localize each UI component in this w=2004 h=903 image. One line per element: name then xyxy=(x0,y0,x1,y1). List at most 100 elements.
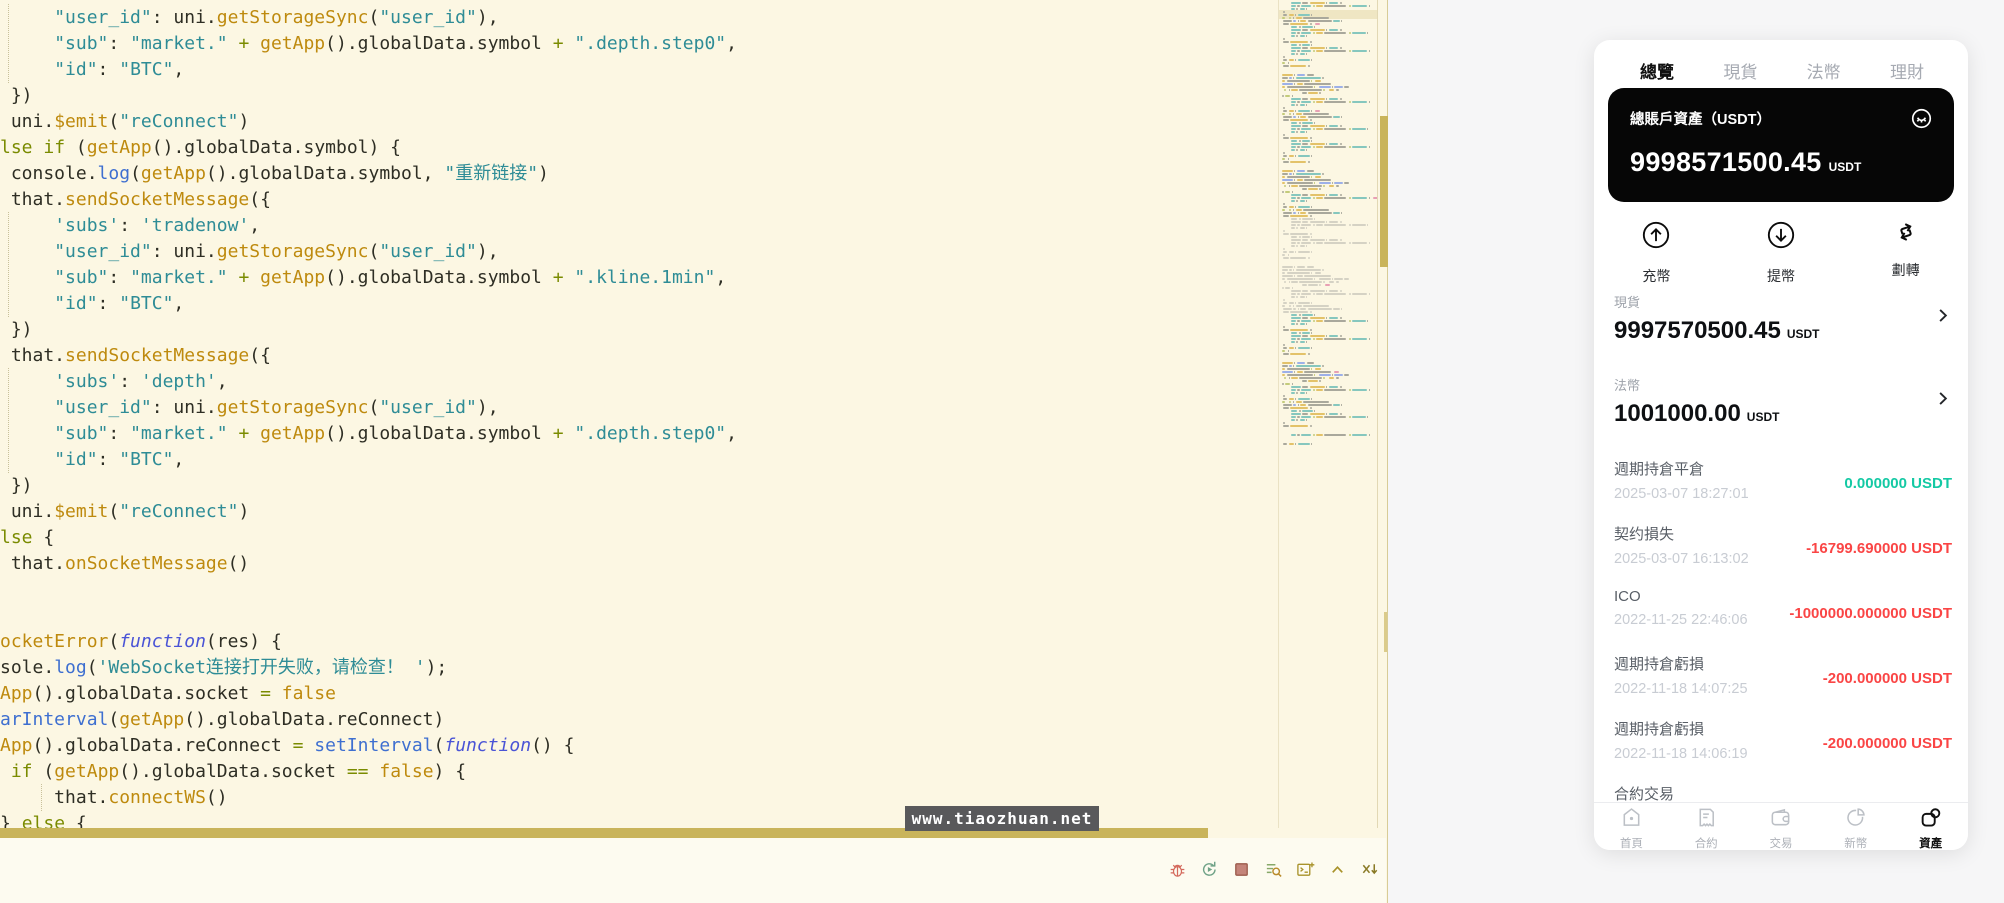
indent-guide xyxy=(8,30,9,57)
code-area[interactable]: "user_id": uni.getStorageSync("user_id")… xyxy=(0,0,1278,828)
screenshot-root: "user_id": uni.getStorageSync("user_id")… xyxy=(0,0,2004,903)
code-line[interactable] xyxy=(0,603,1278,629)
code-line[interactable]: }) xyxy=(0,473,1278,499)
vertical-scrollbar-thumb[interactable] xyxy=(1380,116,1388,267)
history-amount: -200.000000 USDT xyxy=(1822,670,1952,687)
code-line[interactable]: }) xyxy=(0,83,1278,109)
withdraw-icon xyxy=(1766,220,1796,255)
code-line[interactable] xyxy=(0,577,1278,603)
code-line[interactable]: if (getApp().globalData.socket == false)… xyxy=(0,759,1278,785)
deposit-button[interactable]: 充幣 xyxy=(1594,220,1719,286)
balance-card-label: 總賬戶資產（USDT） xyxy=(1630,112,1771,128)
chevron-right-icon[interactable] xyxy=(1933,306,1952,325)
account-row-1[interactable]: 法幣 1001000.00 USDT xyxy=(1614,375,1952,428)
action-label: 劃轉 xyxy=(1891,262,1920,278)
code-line[interactable]: "id": "BTC", xyxy=(0,446,1278,473)
watermark: www.tiaozhuan.net xyxy=(905,806,1099,831)
indent-guide xyxy=(8,212,9,239)
indent-guide xyxy=(8,446,9,473)
nav-item-trade[interactable]: 交易 xyxy=(1744,803,1819,850)
tab-3[interactable]: 理財 xyxy=(1890,58,1924,83)
code-line[interactable]: lse if (getApp().globalData.symbol) { xyxy=(0,135,1278,161)
quick-actions: 充幣 提幣 劃轉 xyxy=(1594,220,1968,286)
total-balance-value: 9998571500.45 xyxy=(1630,147,1822,177)
chevron-right-icon[interactable] xyxy=(1933,389,1952,408)
code-line[interactable]: uni.$emit("reConnect") xyxy=(0,499,1278,525)
code-line[interactable]: console.log(getApp().globalData.symbol, … xyxy=(0,161,1278,187)
balance-card: 總賬戶資產（USDT） 9998571500.45 USDT xyxy=(1608,88,1954,202)
nav-label: 首頁 xyxy=(1619,838,1643,850)
tab-0[interactable]: 總覽 xyxy=(1640,58,1674,83)
indent-guide xyxy=(8,368,9,395)
history-amount: -200.000000 USDT xyxy=(1822,735,1952,752)
tab-1[interactable]: 現貨 xyxy=(1723,58,1757,83)
code-line[interactable]: App().globalData.socket = false xyxy=(0,681,1278,707)
new-terminal-icon[interactable] xyxy=(1296,860,1315,879)
code-line[interactable]: "id": "BTC", xyxy=(0,56,1278,83)
code-line[interactable]: "sub": "market." + getApp().globalData.s… xyxy=(0,30,1278,57)
code-line[interactable]: sole.log('WebSocket连接打开失败，请检查！ '); xyxy=(0,655,1278,681)
action-label: 充幣 xyxy=(1642,268,1671,284)
code-line[interactable]: that.sendSocketMessage({ xyxy=(0,187,1278,213)
deposit-icon xyxy=(1641,220,1671,255)
wallet-app-panel: 總覽 現貨 法幣 理財 總賬戶資產（USDT） 9998571500.45 USDT … xyxy=(1594,40,1968,850)
history-amount: -16799.690000 USDT xyxy=(1806,540,1952,557)
code-line[interactable]: "sub": "market." + getApp().globalData.s… xyxy=(0,420,1278,447)
nav-item-assets[interactable]: 資產 xyxy=(1893,803,1968,850)
restart-icon[interactable] xyxy=(1200,860,1219,879)
code-line[interactable]: lse { xyxy=(0,525,1278,551)
newcoin-icon xyxy=(1844,806,1867,834)
tab-bar: 總覽 現貨 法幣 理財 xyxy=(1640,58,1924,83)
nav-item-contract[interactable]: 合約 xyxy=(1669,803,1744,850)
indent-guide xyxy=(8,238,9,265)
code-line[interactable]: that.onSocketMessage() xyxy=(0,551,1278,577)
collapse-panel-icon[interactable] xyxy=(1328,860,1347,879)
code-line[interactable]: App().globalData.reConnect = setInterval… xyxy=(0,733,1278,759)
nav-item-home[interactable]: 首頁 xyxy=(1594,803,1669,850)
transfer-icon xyxy=(1894,220,1918,249)
code-editor[interactable]: "user_id": uni.getStorageSync("user_id")… xyxy=(0,0,1388,903)
account-label: 現貨 xyxy=(1614,295,1641,310)
clear-and-close-icon[interactable] xyxy=(1360,860,1379,879)
code-line[interactable]: 'subs': 'depth', xyxy=(0,368,1278,395)
nav-label: 新幣 xyxy=(1844,838,1868,850)
history-row[interactable]: 契约損失 2025-03-07 16:13:02 -16799.690000 USD… xyxy=(1614,523,1952,579)
total-balance-unit: USDT xyxy=(1828,160,1862,174)
account-value: 9997570500.45 xyxy=(1614,317,1781,344)
history-amount: 0.000000 USDT xyxy=(1844,475,1952,492)
minimap[interactable] xyxy=(1278,0,1378,828)
code-line[interactable]: 'subs': 'tradenow', xyxy=(0,212,1278,239)
history-title: ICO xyxy=(1614,588,1641,605)
search-logs-icon[interactable] xyxy=(1264,860,1283,879)
history-row[interactable]: 週期持倉虧損 2022-11-18 14:06:19 -200.000000 USD… xyxy=(1614,718,1952,774)
indent-guide xyxy=(8,4,9,31)
code-line[interactable]: "user_id": uni.getStorageSync("user_id")… xyxy=(0,394,1278,421)
nav-label: 交易 xyxy=(1769,838,1793,850)
code-line[interactable]: that.sendSocketMessage({ xyxy=(0,343,1278,369)
contract-icon xyxy=(1695,806,1718,834)
code-line[interactable]: uni.$emit("reConnect") xyxy=(0,109,1278,135)
indent-guide xyxy=(8,264,9,291)
transfer-button[interactable]: 劃轉 xyxy=(1843,220,1968,286)
code-line[interactable]: }) xyxy=(0,317,1278,343)
trade-icon xyxy=(1769,806,1792,834)
code-line[interactable]: ocketError(function(res) { xyxy=(0,629,1278,655)
history-row[interactable]: 週期持倉平倉 2025-03-07 18:27:01 0.000000 USDT xyxy=(1614,458,1952,514)
code-line[interactable]: "sub": "market." + getApp().globalData.s… xyxy=(0,264,1278,291)
history-row[interactable]: 週期持倉虧損 2022-11-18 14:07:25 -200.000000 USD… xyxy=(1614,653,1952,709)
tab-2[interactable]: 法幣 xyxy=(1807,58,1841,83)
debug-bug-icon[interactable] xyxy=(1168,860,1187,879)
history-row[interactable]: ICO 2022-11-25 22:46:06 -1000000.000000 US… xyxy=(1614,588,1952,644)
account-unit: USDT xyxy=(1746,410,1780,424)
code-line[interactable]: "id": "BTC", xyxy=(0,290,1278,317)
code-line[interactable]: "user_id": uni.getStorageSync("user_id")… xyxy=(0,238,1278,265)
stop-icon[interactable] xyxy=(1232,860,1251,879)
hide-balance-icon[interactable] xyxy=(1911,108,1932,129)
withdraw-button[interactable]: 提幣 xyxy=(1719,220,1844,286)
assets-icon xyxy=(1919,806,1942,834)
code-line[interactable]: arInterval(getApp().globalData.reConnect… xyxy=(0,707,1278,733)
account-label: 法幣 xyxy=(1614,378,1641,393)
code-line[interactable]: "user_id": uni.getStorageSync("user_id")… xyxy=(0,4,1278,31)
account-row-0[interactable]: 現貨 9997570500.45 USDT xyxy=(1614,292,1952,345)
nav-item-newcoin[interactable]: 新幣 xyxy=(1818,803,1893,850)
